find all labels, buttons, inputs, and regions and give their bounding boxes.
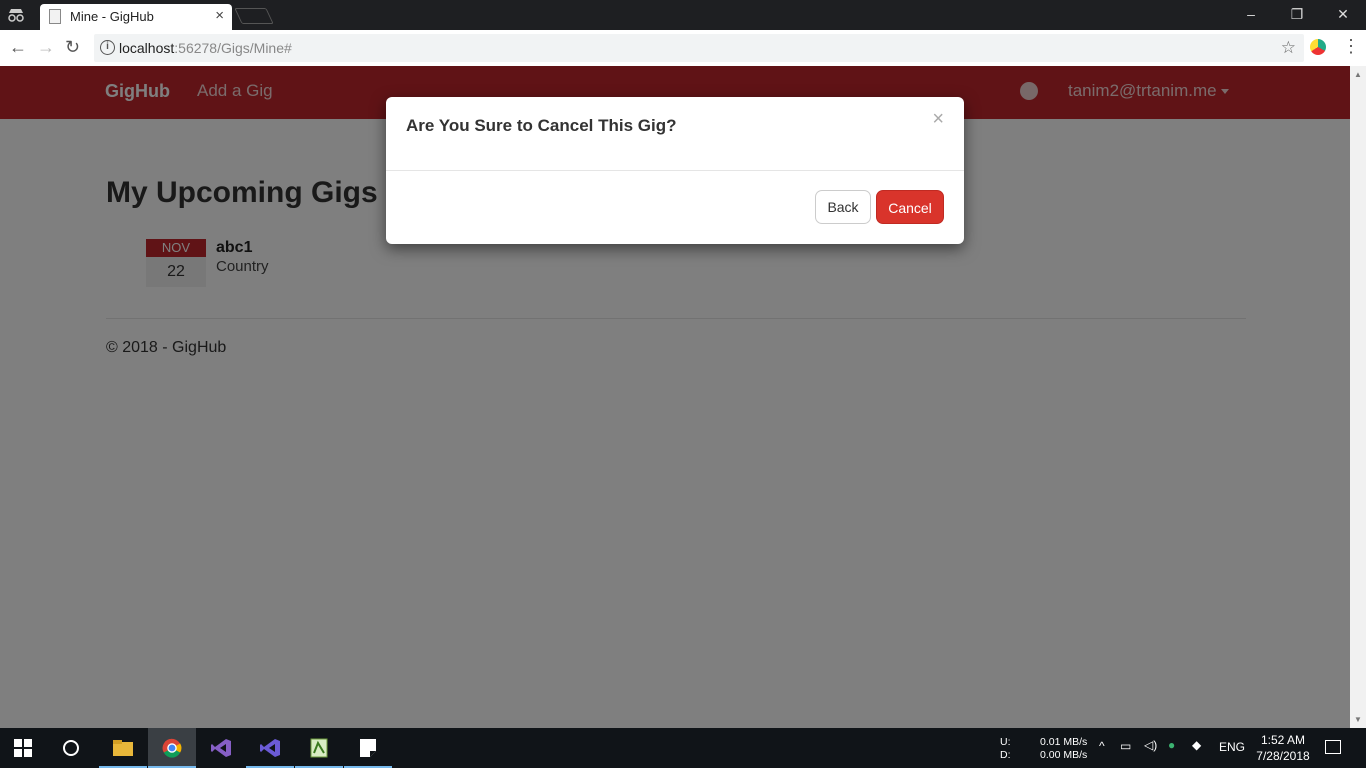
back-button[interactable]: Back (815, 190, 871, 224)
url-text[interactable]: localhost:56278/Gigs/Mine# (119, 40, 292, 56)
page-scrollbar[interactable]: ▲ ▼ (1350, 66, 1366, 728)
new-tab-button[interactable] (234, 8, 274, 24)
web-page: GigHub Add a Gig tanim2@trtanim.me My Up… (0, 66, 1350, 728)
folder-icon (113, 740, 133, 756)
dialog-divider (386, 170, 964, 171)
system-clock[interactable]: 1:52 AM 7/28/2018 (1255, 732, 1311, 764)
taskbar-sticky-notes[interactable] (344, 728, 392, 768)
scroll-down-icon[interactable]: ▼ (1354, 715, 1362, 724)
tray-app-icon[interactable]: ● (1168, 738, 1175, 752)
visual-studio-icon (211, 739, 231, 757)
window-close-button[interactable]: ✕ (1320, 0, 1366, 30)
cancel-gig-dialog: Are You Sure to Cancel This Gig? × Back … (386, 97, 964, 244)
browser-tab-active[interactable]: Mine - GigHub × (40, 4, 232, 30)
dropbox-icon[interactable]: ◆ (1192, 738, 1201, 752)
taskbar-chrome[interactable] (148, 728, 196, 768)
windows-taskbar: U: D: 0.01 MB/s 0.00 MB/s ^ ▭ ◁) ● ◆ ENG… (0, 728, 1366, 768)
windows-start-icon[interactable] (14, 739, 32, 757)
browser-tab-strip: Mine - GigHub × – ❐ ✕ (0, 0, 1366, 30)
notepad-plus-plus-icon (310, 738, 328, 758)
cortana-search-icon[interactable] (63, 740, 79, 756)
action-center-icon[interactable] (1325, 740, 1341, 754)
clock-time: 1:52 AM (1260, 733, 1306, 747)
tab-close-icon[interactable]: × (215, 7, 224, 24)
dialog-title: Are You Sure to Cancel This Gig? (406, 116, 677, 135)
cancel-gig-button[interactable]: Cancel (876, 190, 944, 224)
chrome-icon (162, 738, 182, 758)
clock-date: 7/28/2018 (1256, 749, 1310, 763)
back-arrow-icon[interactable]: ← (9, 37, 27, 58)
net-download-label: D: (1000, 749, 1011, 761)
dialog-close-icon[interactable]: × (932, 108, 944, 131)
incognito-icon (8, 9, 24, 22)
window-restore-button[interactable]: ❐ (1274, 0, 1320, 30)
address-bar[interactable]: i localhost:56278/Gigs/Mine# ☆ (94, 34, 1304, 62)
taskbar-visual-studio-preview[interactable] (246, 728, 294, 768)
taskbar-file-explorer[interactable] (99, 728, 147, 768)
net-upload-speed: 0.01 MB/s (1040, 736, 1088, 748)
site-info-icon[interactable]: i (100, 40, 115, 55)
scroll-up-icon[interactable]: ▲ (1354, 70, 1362, 79)
taskbar-notepad-plus-plus[interactable] (295, 728, 343, 768)
visual-studio-preview-icon (260, 739, 280, 757)
net-download-speed: 0.00 MB/s (1040, 749, 1088, 761)
browser-menu-icon[interactable]: ⋮ (1342, 36, 1360, 57)
input-language[interactable]: ENG (1219, 740, 1245, 754)
page-favicon-icon (49, 9, 61, 24)
taskbar-visual-studio[interactable] (197, 728, 245, 768)
sticky-notes-icon (360, 739, 376, 757)
net-upload-label: U: (1000, 736, 1011, 748)
volume-icon[interactable]: ◁) (1144, 738, 1157, 752)
reload-icon[interactable]: ↻ (65, 37, 80, 58)
bookmark-star-icon[interactable]: ☆ (1281, 38, 1296, 58)
tab-title: Mine - GigHub (70, 9, 154, 24)
window-minimize-button[interactable]: – (1228, 0, 1274, 30)
tray-chevron-icon[interactable]: ^ (1099, 739, 1105, 753)
url-path: :56278/Gigs/Mine# (174, 40, 292, 56)
browser-toolbar: ← → ↻ i localhost:56278/Gigs/Mine# ☆ ⋮ (0, 30, 1366, 66)
extension-icon[interactable] (1310, 39, 1326, 55)
url-host: localhost (119, 40, 175, 56)
network-icon[interactable]: ▭ (1120, 739, 1131, 753)
forward-arrow-icon[interactable]: → (37, 37, 55, 58)
